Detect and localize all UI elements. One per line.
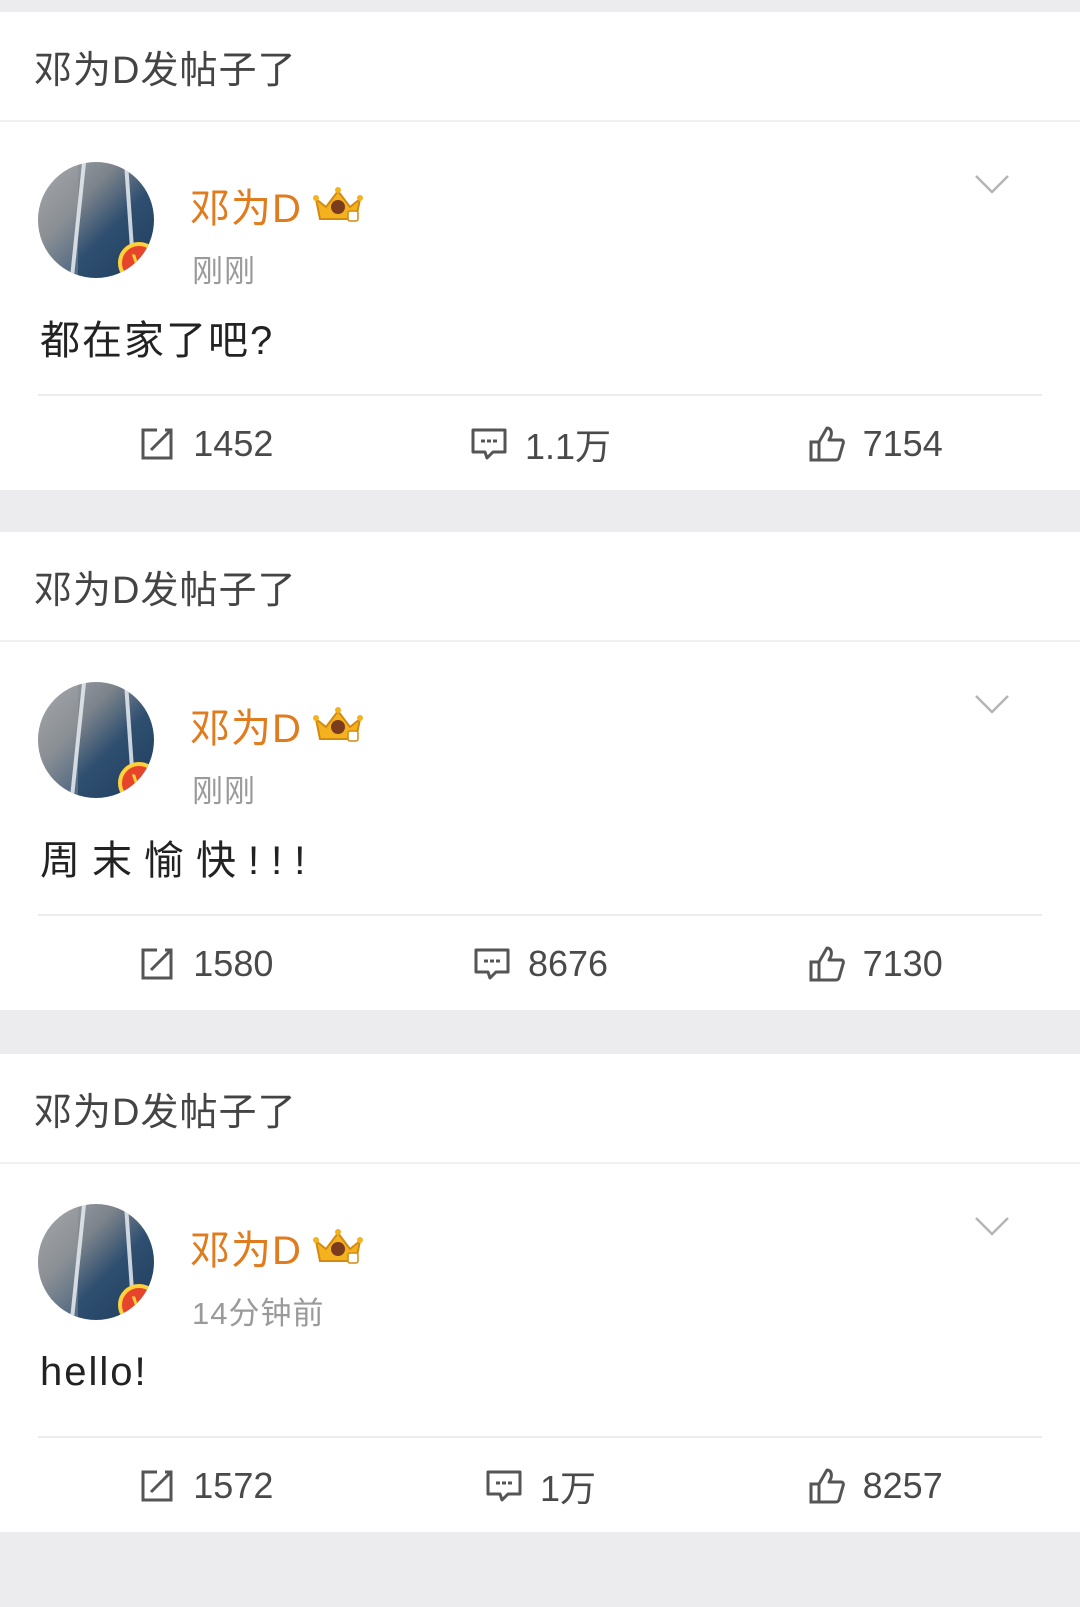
author-name[interactable]: 邓为D <box>190 176 302 234</box>
like-icon <box>809 946 845 982</box>
action-bar: 1572 1万 8257 <box>38 1436 1042 1534</box>
post-card: 邓为D发帖子了 V 邓为D 刚刚 <box>0 12 1080 490</box>
repost-icon <box>141 948 173 980</box>
like-count: 7154 <box>862 423 943 464</box>
repost-count: 1452 <box>193 423 274 464</box>
like-count: 7130 <box>862 943 943 984</box>
author-name-row: 邓为D <box>190 700 364 751</box>
post-text: 周末愉快!!! <box>40 839 318 883</box>
verified-badge-icon: V <box>118 242 154 278</box>
comment-button[interactable]: 1.1万 <box>373 418 708 470</box>
chevron-down-icon[interactable] <box>974 1214 1010 1238</box>
author-name-row: 邓为D <box>190 180 364 231</box>
repost-count: 1572 <box>193 1465 274 1506</box>
post-time: 刚刚 <box>192 254 256 289</box>
action-bar: 1452 1.1万 7154 <box>38 394 1042 492</box>
repost-button[interactable]: 1452 <box>38 423 373 465</box>
like-count: 8257 <box>862 1465 943 1506</box>
action-bar: 1580 8676 7130 <box>38 914 1042 1012</box>
post-text: hello! <box>40 1350 148 1394</box>
like-button[interactable]: 8257 <box>707 1465 1042 1507</box>
author-name[interactable]: 邓为D <box>190 696 302 754</box>
repost-count: 1580 <box>193 943 274 984</box>
post-time: 14分钟前 <box>192 1296 325 1331</box>
comment-icon <box>471 428 507 460</box>
like-icon <box>809 426 845 462</box>
repost-button[interactable]: 1580 <box>38 943 373 985</box>
repost-icon <box>141 1470 173 1502</box>
post-card-header: 邓为D发帖子了 <box>0 532 1080 642</box>
avatar[interactable]: V <box>38 162 154 278</box>
post-card: 邓为D发帖子了 V 邓为D 14分钟前 hello! 1572 1万 8257 <box>0 1054 1080 1532</box>
comment-button[interactable]: 1万 <box>373 1460 708 1512</box>
chevron-down-icon[interactable] <box>974 172 1010 196</box>
repost-button[interactable]: 1572 <box>38 1465 373 1507</box>
post-text: 都在家了吧? <box>40 319 275 363</box>
crown-icon <box>312 187 363 222</box>
crown-icon <box>312 707 363 742</box>
comment-count: 1.1万 <box>524 426 612 467</box>
like-icon <box>809 1468 845 1504</box>
author-name-row: 邓为D <box>190 1222 364 1273</box>
author-name[interactable]: 邓为D <box>190 1218 302 1276</box>
crown-icon <box>312 1229 363 1264</box>
verified-badge-icon: V <box>118 1284 154 1320</box>
author-row: V 邓为D 刚刚 <box>38 682 1038 809</box>
comment-count: 1万 <box>539 1468 597 1509</box>
like-button[interactable]: 7154 <box>707 423 1042 465</box>
post-card-header: 邓为D发帖子了 <box>0 12 1080 122</box>
author-row: V 邓为D 14分钟前 <box>38 1204 1038 1331</box>
like-button[interactable]: 7130 <box>707 943 1042 985</box>
author-row: V 邓为D 刚刚 <box>38 162 1038 289</box>
chevron-down-icon[interactable] <box>974 692 1010 716</box>
post-card: 邓为D发帖子了 V 邓为D 刚刚 <box>0 532 1080 1010</box>
comment-count: 8676 <box>527 943 609 984</box>
repost-icon <box>141 428 173 460</box>
comment-button[interactable]: 8676 <box>373 943 708 985</box>
comment-icon <box>486 1470 522 1502</box>
feed: 邓为D发帖子了 V 邓为D 刚刚 都在家了吧? 1452 1.1万 7154 邓… <box>0 0 1080 1607</box>
post-time: 刚刚 <box>192 774 256 809</box>
post-card-header: 邓为D发帖子了 <box>0 1054 1080 1164</box>
avatar[interactable]: V <box>38 1204 154 1320</box>
comment-icon <box>474 948 510 980</box>
avatar[interactable]: V <box>38 682 154 798</box>
verified-badge-icon: V <box>118 762 154 798</box>
